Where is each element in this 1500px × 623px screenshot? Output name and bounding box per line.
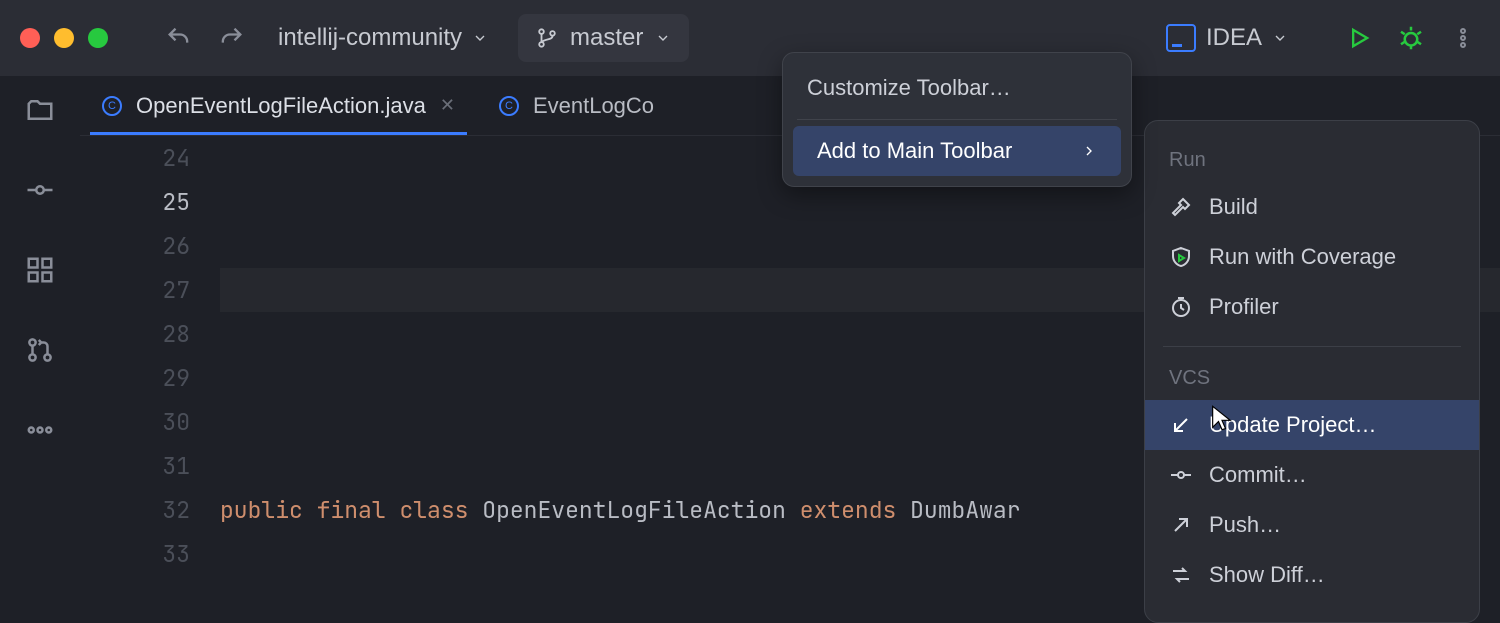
chevron-down-icon [1272,30,1288,46]
menu-item-label: Customize Toolbar… [807,75,1011,101]
commit-icon [1169,463,1193,487]
chevron-right-icon [1081,143,1097,159]
chevron-down-icon [472,30,488,46]
commit-tool-button[interactable] [20,170,60,210]
tab-event-log-co[interactable]: C EventLogCo [477,76,676,135]
update-project-action[interactable]: Update Project… [1145,400,1479,450]
branch-name: master [570,24,643,52]
redo-button[interactable] [214,21,248,55]
line-number: 26 [80,224,190,268]
arrow-down-left-icon [1169,413,1193,437]
project-tool-button[interactable] [20,90,60,130]
line-number: 32 [80,488,190,532]
tab-label: EventLogCo [533,93,654,119]
left-sidebar [0,76,80,600]
add-to-main-toolbar-item[interactable]: Add to Main Toolbar [793,126,1121,176]
line-number: 33 [80,532,190,576]
pull-requests-tool-button[interactable] [20,330,60,370]
java-class-icon: C [102,96,122,116]
line-number: 31 [80,444,190,488]
line-number: 25 [80,180,190,224]
hammer-icon [1169,195,1193,219]
clock-icon [1169,295,1193,319]
toolbar-context-menu: Customize Toolbar… Add to Main Toolbar [782,52,1132,187]
line-gutter: 24 25 26 27 28 29 30 31 32 33 [80,136,220,600]
push-action[interactable]: Push… [1145,500,1479,550]
customize-toolbar-item[interactable]: Customize Toolbar… [783,63,1131,113]
show-diff-action[interactable]: Show Diff… [1145,550,1479,600]
run-coverage-action[interactable]: Run with Coverage [1145,232,1479,282]
structure-tool-button[interactable] [20,250,60,290]
project-selector[interactable]: intellij-community [266,18,500,58]
project-name: intellij-community [278,24,462,52]
line-number: 24 [80,136,190,180]
menu-separator [797,119,1117,120]
window-close-button[interactable] [20,28,40,48]
add-to-toolbar-panel: Run Build Run with Coverage Profiler VCS… [1144,120,1480,623]
close-icon[interactable]: ✕ [440,95,455,116]
line-number: 28 [80,312,190,356]
shield-run-icon [1169,245,1193,269]
action-label: Push… [1209,512,1281,538]
ide-name: IDEA [1206,24,1262,52]
arrow-up-right-icon [1169,513,1193,537]
chevron-down-icon [655,30,671,46]
branch-selector[interactable]: master [518,14,689,62]
ide-logo-icon [1166,24,1196,52]
run-section-title: Run [1145,139,1479,182]
more-menu-button[interactable] [1446,21,1480,55]
action-label: Run with Coverage [1209,244,1396,270]
tab-label: OpenEventLogFileAction.java [136,93,426,119]
menu-item-label: Add to Main Toolbar [817,138,1012,164]
window-maximize-button[interactable] [88,28,108,48]
action-label: Build [1209,194,1258,220]
action-label: Profiler [1209,294,1279,320]
debug-button[interactable] [1394,21,1428,55]
run-button[interactable] [1342,21,1376,55]
window-minimize-button[interactable] [54,28,74,48]
diff-arrows-icon [1169,563,1193,587]
action-label: Update Project… [1209,412,1377,438]
line-number: 27 [80,268,190,312]
ide-selector[interactable]: IDEA [1166,24,1288,52]
traffic-lights [20,28,108,48]
undo-button[interactable] [162,21,196,55]
action-label: Commit… [1209,462,1307,488]
action-label: Show Diff… [1209,562,1325,588]
profiler-action[interactable]: Profiler [1145,282,1479,332]
line-number: 30 [80,400,190,444]
vcs-section-title: VCS [1145,357,1479,400]
more-tools-button[interactable] [20,410,60,450]
tab-open-event-log-file-action[interactable]: C OpenEventLogFileAction.java ✕ [80,76,477,135]
title-bar: intellij-community master IDEA [0,0,1500,76]
commit-action[interactable]: Commit… [1145,450,1479,500]
java-class-icon: C [499,96,519,116]
build-action[interactable]: Build [1145,182,1479,232]
panel-separator [1163,346,1461,347]
branch-icon [536,27,558,49]
line-number: 29 [80,356,190,400]
